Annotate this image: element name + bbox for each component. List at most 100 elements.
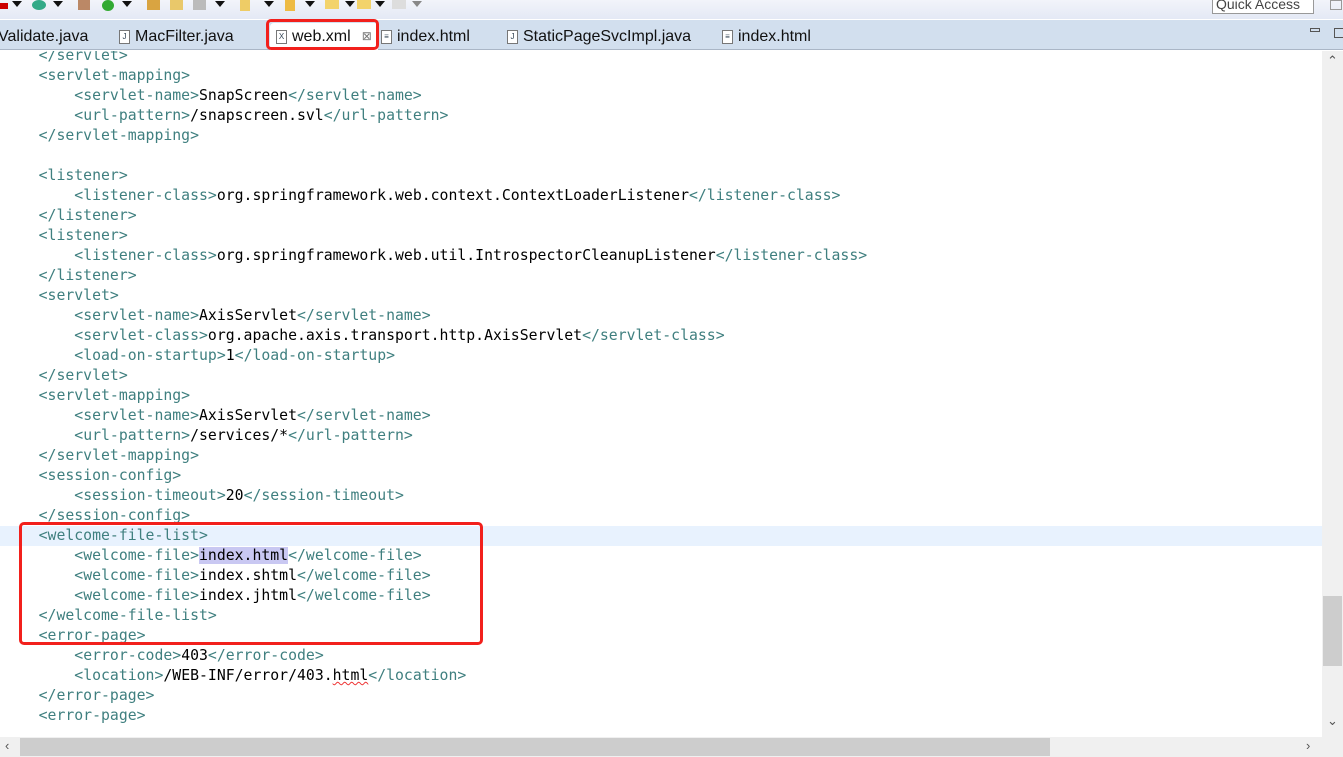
open-folder-icon[interactable] xyxy=(147,0,160,10)
forward-icon[interactable] xyxy=(357,0,371,9)
close-icon[interactable]: ⊠ xyxy=(362,23,372,50)
dropdown-arrow-icon[interactable] xyxy=(53,1,63,7)
tab-macfilter-java[interactable]: J MacFilter.java xyxy=(119,23,234,50)
code-line[interactable]: </servlet> xyxy=(3,51,1322,66)
code-line[interactable]: <url-pattern>/services/*</url-pattern> xyxy=(3,426,1322,446)
code-line[interactable]: <welcome-file>index.shtml</welcome-file> xyxy=(3,566,1322,586)
code-line[interactable]: <welcome-file>index.jhtml</welcome-file> xyxy=(3,586,1322,606)
xml-text: SnapScreen xyxy=(199,87,289,104)
dropdown-arrow-icon[interactable] xyxy=(215,1,225,7)
code-line[interactable]: <servlet-class>org.apache.axis.transport… xyxy=(3,326,1322,346)
code-line[interactable]: <servlet-name>SnapScreen</servlet-name> xyxy=(3,86,1322,106)
xml-tag: <welcome-file> xyxy=(74,567,199,584)
code-line[interactable]: <session-config> xyxy=(3,466,1322,486)
code-line[interactable]: </error-page> xyxy=(3,686,1322,706)
xml-tag: <servlet-name> xyxy=(74,307,199,324)
xml-text: index.jhtml xyxy=(199,587,297,604)
xml-tag: </load-on-startup> xyxy=(234,347,396,364)
dropdown-arrow-icon[interactable] xyxy=(305,1,315,7)
xml-tag: <location> xyxy=(74,667,164,684)
code-line[interactable]: <error-page> xyxy=(3,626,1322,646)
code-line[interactable]: <listener> xyxy=(3,166,1322,186)
code-line[interactable]: </listener> xyxy=(3,206,1322,226)
folder-icon[interactable] xyxy=(170,0,183,10)
code-line[interactable]: <servlet-mapping> xyxy=(3,66,1322,86)
xml-text xyxy=(3,167,39,184)
code-line[interactable]: <servlet-name>AxisServlet</servlet-name> xyxy=(3,306,1322,326)
dropdown-arrow-icon[interactable] xyxy=(264,1,274,7)
maximize-icon[interactable] xyxy=(1334,28,1343,38)
xml-tag: </listener> xyxy=(38,207,137,224)
code-line[interactable]: <welcome-file>index.html</welcome-file> xyxy=(3,546,1322,566)
xml-text xyxy=(3,51,39,64)
dropdown-arrow-icon[interactable] xyxy=(12,1,22,7)
next-edit-icon[interactable] xyxy=(392,0,406,9)
tab-validate-java[interactable]: Validate.java xyxy=(0,23,88,50)
code-line[interactable]: <load-on-startup>1</load-on-startup> xyxy=(3,346,1322,366)
tab-web-xml[interactable]: Xweb.xml ⊠ xyxy=(270,23,378,50)
code-line[interactable]: </session-config> xyxy=(3,506,1322,526)
xml-text xyxy=(3,467,39,484)
xml-text xyxy=(3,647,74,664)
code-line[interactable]: <error-code>403</error-code> xyxy=(3,646,1322,666)
code-line[interactable]: <error-page> xyxy=(3,706,1322,726)
tab-index-html-2[interactable]: ≡ index.html xyxy=(722,23,811,50)
xml-text xyxy=(3,187,74,204)
stop-icon[interactable] xyxy=(0,3,8,9)
html-file-icon: ≡ xyxy=(381,29,392,44)
vertical-scroll-thumb[interactable] xyxy=(1323,596,1342,666)
tab-label: MacFilter.java xyxy=(135,28,234,45)
code-line[interactable] xyxy=(3,146,1322,166)
tab-index-html[interactable]: ≡ index.html xyxy=(381,23,470,50)
scroll-up-icon[interactable]: ⌃ xyxy=(1327,53,1338,69)
code-line[interactable]: <servlet-name>AxisServlet</servlet-name> xyxy=(3,406,1322,426)
code-line[interactable]: </servlet-mapping> xyxy=(3,446,1322,466)
dropdown-arrow-icon[interactable] xyxy=(345,1,355,7)
horizontal-scroll-thumb[interactable] xyxy=(20,738,1050,756)
package-icon[interactable] xyxy=(78,0,90,10)
code-line[interactable]: <url-pattern>/snapscreen.svl</url-patter… xyxy=(3,106,1322,126)
horizontal-scrollbar[interactable]: ‹ › xyxy=(0,737,1322,757)
xml-text xyxy=(3,547,74,564)
dropdown-arrow-icon[interactable] xyxy=(412,1,422,7)
xml-tag: <error-page> xyxy=(38,627,146,644)
code-line[interactable]: <location>/WEB-INF/error/403.html</locat… xyxy=(3,666,1322,686)
debug-icon[interactable] xyxy=(32,0,46,10)
code-line[interactable]: </servlet> xyxy=(3,366,1322,386)
xml-editor[interactable]: </servlet> <servlet-mapping> <servlet-na… xyxy=(0,51,1322,737)
code-line[interactable]: <listener-class>org.springframework.web.… xyxy=(3,186,1322,206)
code-line[interactable]: </servlet-mapping> xyxy=(3,126,1322,146)
xml-text: 1 xyxy=(225,347,235,364)
code-line[interactable]: </welcome-file-list> xyxy=(3,606,1322,626)
spelling-warning: html xyxy=(332,667,369,684)
code-line[interactable]: <listener-class>org.springframework.web.… xyxy=(3,246,1322,266)
perspective-icon[interactable] xyxy=(1330,0,1342,10)
quick-access-input[interactable]: Quick Access xyxy=(1212,0,1314,14)
code-line[interactable]: <session-timeout>20</session-timeout> xyxy=(3,486,1322,506)
scroll-left-icon[interactable]: ‹ xyxy=(5,738,9,753)
xml-tag: <error-page> xyxy=(38,707,146,724)
pen-icon[interactable] xyxy=(193,0,206,10)
run-icon[interactable] xyxy=(102,0,114,11)
dropdown-arrow-icon[interactable] xyxy=(122,1,132,7)
code-line[interactable]: </listener> xyxy=(3,266,1322,286)
dropdown-arrow-icon[interactable] xyxy=(375,1,385,7)
up-arrow-icon[interactable] xyxy=(285,0,295,11)
xml-tag: <load-on-startup> xyxy=(74,347,226,364)
xml-tag: <welcome-file> xyxy=(74,547,199,564)
code-line[interactable]: <listener> xyxy=(3,226,1322,246)
xml-tag: <session-config> xyxy=(38,467,182,484)
code-line[interactable]: <servlet-mapping> xyxy=(3,386,1322,406)
scroll-right-icon[interactable]: › xyxy=(1306,738,1310,753)
vertical-scrollbar[interactable]: ⌃ ⌄ xyxy=(1322,51,1343,737)
minimize-icon[interactable] xyxy=(1310,28,1320,32)
xml-text: 403 xyxy=(181,647,208,664)
tab-staticpagesvcimpl-java[interactable]: J StaticPageSvcImpl.java xyxy=(507,23,691,50)
code-line[interactable]: <welcome-file-list> xyxy=(0,526,1322,546)
java-file-icon: J xyxy=(507,29,518,44)
back-icon[interactable] xyxy=(325,0,339,9)
scroll-down-icon[interactable]: ⌄ xyxy=(1327,713,1338,729)
annotation-icon[interactable] xyxy=(240,0,250,11)
code-line[interactable]: <servlet> xyxy=(3,286,1322,306)
xml-tag: </welcome-file> xyxy=(297,567,431,584)
